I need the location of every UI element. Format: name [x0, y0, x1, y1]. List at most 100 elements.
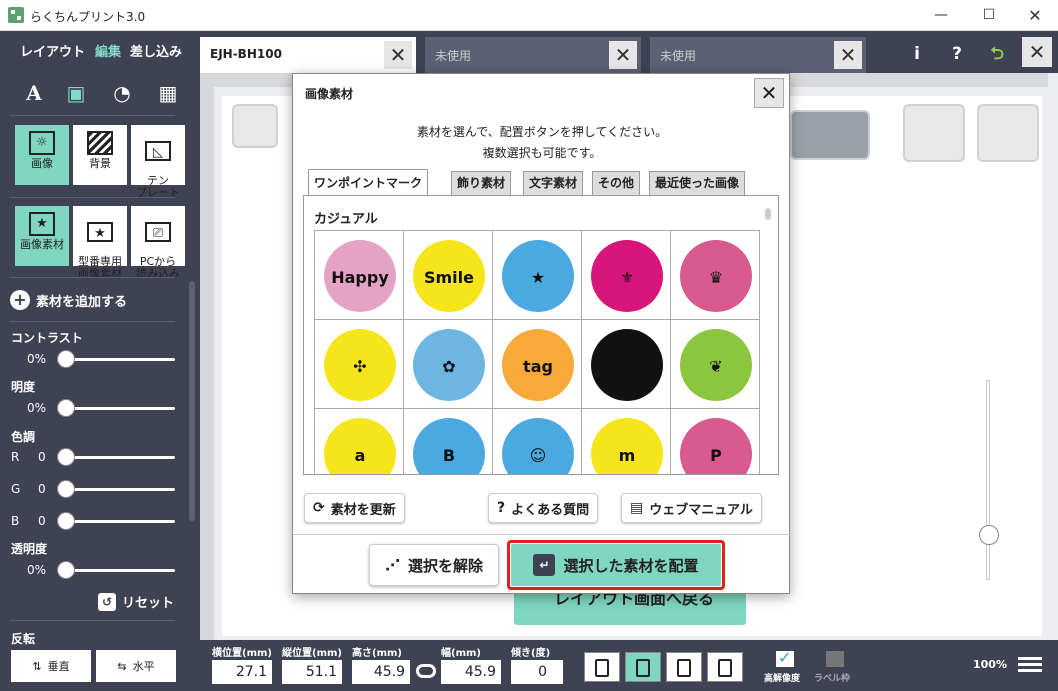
orientation-normal-button[interactable] — [625, 652, 661, 682]
tab-close-icon[interactable]: ✕ — [609, 41, 637, 69]
material-item[interactable]: Smile — [404, 231, 493, 320]
high-resolution-checkbox[interactable] — [776, 648, 794, 667]
faq-button[interactable]: ? よくある質問 — [488, 493, 599, 523]
brightness-slider-handle[interactable] — [57, 399, 75, 417]
x-position-input[interactable]: 27.1 — [212, 660, 272, 684]
refresh-material-label: 素材を更新 — [330, 502, 396, 518]
tilt-input[interactable]: 0 — [511, 660, 563, 684]
minimize-button[interactable]: — — [918, 0, 964, 31]
zoom-slider-handle[interactable] — [979, 525, 999, 545]
material-item[interactable]: ✣ — [315, 320, 404, 409]
maximize-button[interactable]: ☐ — [966, 0, 1012, 31]
rotate-right-button[interactable] — [666, 652, 702, 682]
tab-text-material[interactable]: 文字素材 — [523, 171, 584, 195]
print-icon[interactable] — [977, 104, 1039, 162]
image-button[interactable]: ☼ 画像 — [15, 125, 69, 185]
flip-horizontal-button[interactable]: ⇆ 水平 — [96, 650, 176, 682]
material-item[interactable]: ✿ — [404, 320, 493, 409]
help-icon[interactable]: ? — [944, 41, 970, 67]
tab-other[interactable]: その他 — [592, 171, 641, 195]
background-button[interactable]: 背景 — [73, 125, 127, 185]
tab-close-icon[interactable]: ✕ — [834, 41, 862, 69]
star-image-icon: ★ — [29, 212, 55, 236]
pc-import-button[interactable]: ⎚ PCから 読み込み — [131, 206, 185, 280]
material-thumbnail: ❦ — [680, 329, 752, 401]
zoom-slider[interactable] — [986, 380, 990, 580]
document-tab[interactable]: EJH-BH100 ✕ — [200, 37, 416, 73]
rotate-180-button[interactable] — [707, 652, 743, 682]
info-icon[interactable]: i — [904, 41, 930, 67]
hue-b-slider[interactable] — [65, 520, 175, 523]
app-close-icon[interactable]: ✕ — [1022, 37, 1052, 67]
hue-r-slider-handle[interactable] — [57, 448, 75, 466]
place-selected-button[interactable]: ↵ 選択した素材を配置 — [511, 544, 721, 586]
lock-rotate-button[interactable] — [790, 110, 870, 160]
qrcode-tool-icon[interactable]: ▦ — [152, 77, 184, 109]
window-close-button[interactable]: ✕ — [1012, 0, 1058, 31]
add-material-button[interactable]: + 素材を追加する — [10, 288, 127, 312]
opacity-slider[interactable] — [65, 569, 175, 572]
mode-tab-edit[interactable]: 編集 — [95, 41, 121, 60]
zoom-in-icon[interactable]: + — [980, 352, 995, 373]
material-scrollbar[interactable] — [765, 208, 771, 220]
text-tool-icon[interactable]: A — [18, 77, 50, 109]
material-item[interactable]: B — [404, 409, 493, 474]
image-icon: ☼ — [29, 131, 55, 155]
brightness-slider[interactable] — [65, 407, 175, 410]
material-item[interactable]: tag — [493, 320, 582, 409]
save-icon[interactable] — [903, 104, 965, 162]
sidebar-scrollbar[interactable] — [189, 281, 195, 521]
web-manual-button[interactable]: ▤ ウェブマニュアル — [621, 493, 762, 523]
material-thumbnail-text: P — [710, 446, 722, 465]
unselect-button[interactable]: ⋰ 選択を解除 — [369, 544, 499, 586]
y-position-input[interactable]: 51.1 — [282, 660, 342, 684]
tab-close-icon[interactable]: ✕ — [384, 41, 412, 69]
material-panel: カジュアル Happy Smile ★ ⚜ ♛ ✣ ✿ tag ★ ❦ a B ☺ m P — [303, 195, 779, 475]
hue-g-slider[interactable] — [65, 488, 175, 491]
material-item[interactable]: ★ — [582, 320, 671, 409]
material-item[interactable]: Happy — [315, 231, 404, 320]
aspect-link-icon[interactable] — [416, 664, 436, 678]
mode-tab-layout[interactable]: レイアウト — [20, 41, 85, 60]
contrast-slider[interactable] — [65, 358, 175, 361]
opacity-slider-handle[interactable] — [57, 561, 75, 579]
undo-back-icon[interactable]: ⮌ — [984, 41, 1010, 67]
undo-button[interactable] — [232, 104, 278, 148]
label-frame-checkbox[interactable] — [826, 651, 844, 667]
tab-decoration[interactable]: 飾り素材 — [451, 171, 512, 195]
hue-g-slider-handle[interactable] — [57, 480, 75, 498]
refresh-material-button[interactable]: ⟳ 素材を更新 — [304, 493, 405, 523]
zoom-level[interactable]: 100% — [973, 658, 1007, 671]
material-item[interactable]: ⚜ — [582, 231, 671, 320]
document-tab[interactable]: 未使用 ✕ — [425, 37, 641, 73]
document-tab[interactable]: 未使用 ✕ — [650, 37, 866, 73]
image-material-button[interactable]: ★ 画像素材 — [15, 206, 69, 266]
rotate-left-button[interactable] — [584, 652, 620, 682]
material-item[interactable]: ❦ — [671, 320, 760, 409]
tab-one-point-mark[interactable]: ワンポイントマーク — [308, 169, 429, 195]
height-input[interactable]: 45.9 — [352, 660, 410, 684]
contrast-label: コントラスト — [11, 331, 83, 345]
material-item[interactable]: a — [315, 409, 404, 474]
reset-button[interactable]: ↺ リセット — [98, 592, 174, 611]
shape-tool-icon[interactable]: ◔ — [106, 77, 138, 109]
mode-tab-merge[interactable]: 差し込み — [130, 41, 182, 60]
flip-vertical-button[interactable]: ⇅ 垂直 — [11, 650, 91, 682]
material-item[interactable]: ☺ — [493, 409, 582, 474]
material-item[interactable]: P — [671, 409, 760, 474]
template-button[interactable]: ◺ テン プレート — [131, 125, 185, 199]
model-material-button[interactable]: ★ 型番専用 画像素材 — [73, 206, 127, 280]
contrast-slider-handle[interactable] — [57, 350, 75, 368]
zoom-out-icon[interactable]: − — [980, 584, 995, 605]
material-item[interactable]: m — [582, 409, 671, 474]
material-item[interactable]: ★ — [493, 231, 582, 320]
menu-icon[interactable] — [1018, 654, 1042, 676]
hue-g-label: G — [11, 482, 21, 496]
image-tool-icon[interactable]: ▣ — [60, 77, 92, 109]
width-input[interactable]: 45.9 — [441, 660, 501, 684]
material-item[interactable]: ♛ — [671, 231, 760, 320]
dialog-close-icon[interactable]: ✕ — [754, 78, 784, 108]
tab-recent-images[interactable]: 最近使った画像 — [649, 171, 746, 195]
hue-r-slider[interactable] — [65, 456, 175, 459]
hue-b-slider-handle[interactable] — [57, 512, 75, 530]
